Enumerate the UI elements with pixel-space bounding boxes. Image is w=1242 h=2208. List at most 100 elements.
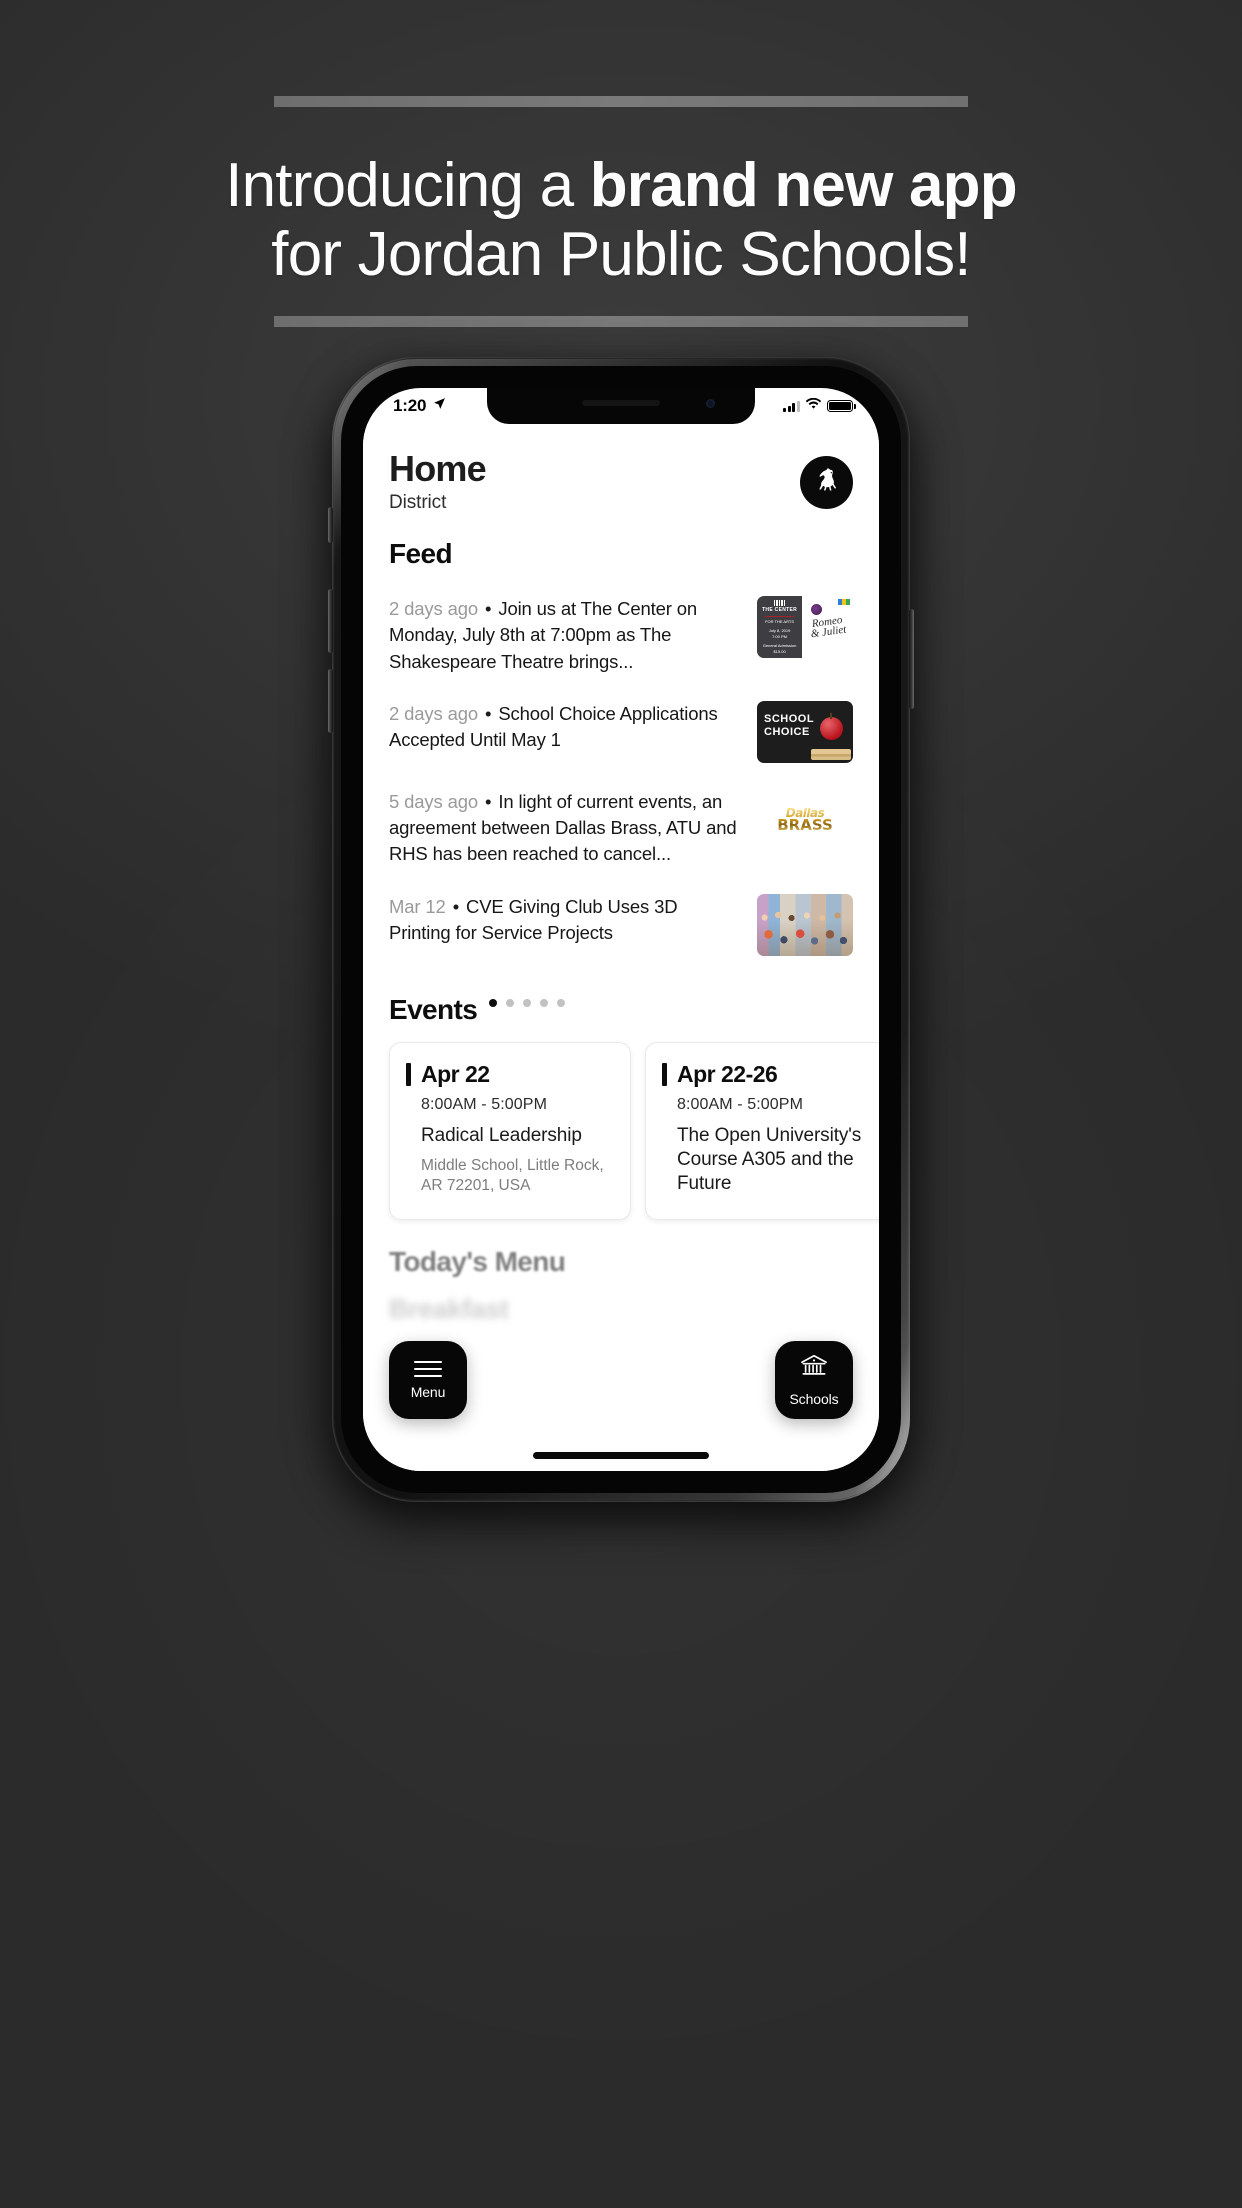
home-indicator[interactable] (533, 1452, 709, 1459)
ticket-rule (765, 615, 795, 618)
school-building-icon (799, 1353, 829, 1384)
status-bar-right (783, 397, 856, 415)
rose-icon (811, 604, 823, 616)
feed-item-time: Mar 12 (389, 895, 446, 917)
app-content: Home District Feed 2 days ago • Join us … (363, 424, 879, 1471)
page-dot[interactable] (523, 998, 532, 1007)
dallas-brass-logo-thumbnail[interactable]: Dallas BRASS (757, 788, 853, 851)
dallas-brass-wordmark: Dallas BRASS (777, 808, 833, 833)
columns-icon (759, 600, 800, 607)
chalkboard-line1: SCHOOL (764, 712, 815, 725)
front-camera (706, 399, 715, 408)
menu-section: Today's Menu Breakfast (389, 1246, 853, 1325)
ticket-price: $15.00 (773, 649, 786, 655)
romeo-and-juliet-ticket-thumbnail[interactable]: THE CENTER FOR THE ARTS July 8, 2019 7:0… (757, 596, 853, 659)
ticket-artwork: Romeo & Juliet (802, 596, 853, 659)
mute-switch[interactable] (328, 507, 333, 543)
wifi-icon (805, 397, 822, 415)
poster-headline: Introducing a brand new app for Jordan P… (225, 107, 1017, 316)
feed-item[interactable]: 5 days ago • In light of current events,… (389, 777, 853, 882)
feed-item-time: 5 days ago (389, 790, 479, 812)
divider-top (274, 96, 968, 107)
event-date: Apr 22 (421, 1060, 490, 1087)
volume-down-button[interactable] (328, 669, 333, 733)
status-bar-left: 1:20 (393, 396, 446, 416)
students-group-photo-thumbnail[interactable] (757, 893, 853, 956)
feed-item-bullet: • (485, 598, 492, 620)
power-button[interactable] (909, 609, 914, 709)
apple-icon (820, 712, 843, 740)
hamburger-menu-icon (414, 1360, 442, 1377)
feed-item-time: 2 days ago (389, 702, 479, 724)
event-card[interactable]: Apr 22-26 8:00AM - 5:00PM The Open Unive… (645, 1041, 879, 1220)
volume-up-button[interactable] (328, 589, 333, 653)
status-time: 1:20 (393, 396, 427, 415)
feed-item-text: Mar 12 • CVE Giving Club Uses 3D Printin… (389, 894, 743, 947)
event-time: 8:00AM - 5:00PM (421, 1095, 547, 1113)
events-page-dots[interactable] (489, 989, 566, 1007)
event-accent-bar (662, 1062, 667, 1086)
headline-line1-bold: brand new app (589, 151, 1018, 220)
phone-mockup: 1:20 Home District Feed 2 days ago • Joi… (328, 357, 914, 1504)
app-header: Home District (389, 424, 853, 514)
feed-item[interactable]: Mar 12 • CVE Giving Club Uses 3D Printin… (389, 882, 853, 970)
battery-full-icon (827, 400, 856, 412)
page-title: Home (389, 448, 487, 489)
schools-button-label: Schools (789, 1391, 839, 1407)
feed-item-bullet: • (452, 895, 460, 917)
avatar[interactable] (800, 456, 853, 509)
menu-button[interactable]: Menu (389, 1341, 467, 1419)
menu-section-title: Today's Menu (389, 1245, 566, 1277)
page-dot-active[interactable] (489, 998, 498, 1007)
ticket-title: Romeo & Juliet (808, 614, 847, 641)
feed-item-time: 2 days ago (389, 598, 479, 620)
sponsor-logo-icon (838, 599, 850, 606)
page-dot[interactable] (540, 998, 549, 1007)
ticket-time: 7:00 PM (772, 634, 787, 640)
horse-logo-icon (812, 465, 842, 500)
feed-item[interactable]: 2 days ago • Join us at The Center on Mo… (389, 584, 853, 689)
earpiece-speaker (582, 400, 660, 406)
feed-list: 2 days ago • Join us at The Center on Mo… (389, 584, 853, 970)
event-date: Apr 22-26 (677, 1060, 778, 1087)
event-date-row: Apr 22-26 (662, 1061, 870, 1088)
phone-screen: 1:20 Home District Feed 2 days ago • Joi… (363, 388, 879, 1471)
feed-item-bullet: • (485, 790, 492, 812)
divider-bottom (274, 315, 968, 327)
headline-line2: for Jordan Public Schools! (271, 220, 971, 290)
events-carousel[interactable]: Apr 22 8:00AM - 5:00PM Radical Leadershi… (389, 1041, 879, 1220)
feed-section-title: Feed (389, 538, 453, 570)
phone-bezel: 1:20 Home District Feed 2 days ago • Joi… (341, 366, 901, 1493)
page-dot[interactable] (506, 998, 515, 1007)
app-header-titles: Home District (389, 448, 487, 514)
event-date-row: Apr 22 (406, 1061, 614, 1088)
schools-button[interactable]: Schools (775, 1341, 853, 1419)
cellular-signal-icon (783, 400, 800, 412)
ticket-venue-sub: FOR THE ARTS (765, 619, 795, 625)
headline-block: Introducing a brand new app for Jordan P… (0, 96, 1242, 327)
event-name: The Open University's Course A305 and th… (677, 1124, 862, 1194)
event-name: Radical Leadership (421, 1124, 582, 1146)
event-accent-bar (406, 1062, 411, 1086)
feed-item[interactable]: 2 days ago • School Choice Applications … (389, 689, 853, 777)
feed-item-text: 2 days ago • Join us at The Center on Mo… (389, 596, 743, 675)
event-time: 8:00AM - 5:00PM (677, 1095, 803, 1113)
phone-notch (487, 388, 755, 424)
floating-action-bar: Menu Schools (363, 1341, 879, 1419)
menu-button-label: Menu (410, 1383, 446, 1400)
events-section-header: Events (389, 970, 853, 1026)
event-card[interactable]: Apr 22 8:00AM - 5:00PM Radical Leadershi… (389, 1041, 631, 1220)
page-dot[interactable] (557, 998, 566, 1007)
ticket-left-stub: THE CENTER FOR THE ARTS July 8, 2019 7:0… (757, 596, 803, 659)
location-arrow-icon (433, 397, 446, 415)
phone-frame: 1:20 Home District Feed 2 days ago • Joi… (328, 357, 914, 1502)
feed-item-text: 5 days ago • In light of current events,… (389, 789, 743, 868)
chalkboard-line2: CHOICE (764, 725, 810, 738)
events-section-title: Events (389, 993, 478, 1025)
school-choice-chalkboard-thumbnail[interactable]: SCHOOL CHOICE (757, 700, 853, 763)
ticket-venue: THE CENTER (762, 607, 798, 614)
page-subtitle: District (389, 492, 447, 514)
feed-item-bullet: • (485, 702, 492, 724)
dallas-brass-line2: BRASS (777, 815, 833, 834)
menu-meal-label: Breakfast (389, 1293, 509, 1324)
